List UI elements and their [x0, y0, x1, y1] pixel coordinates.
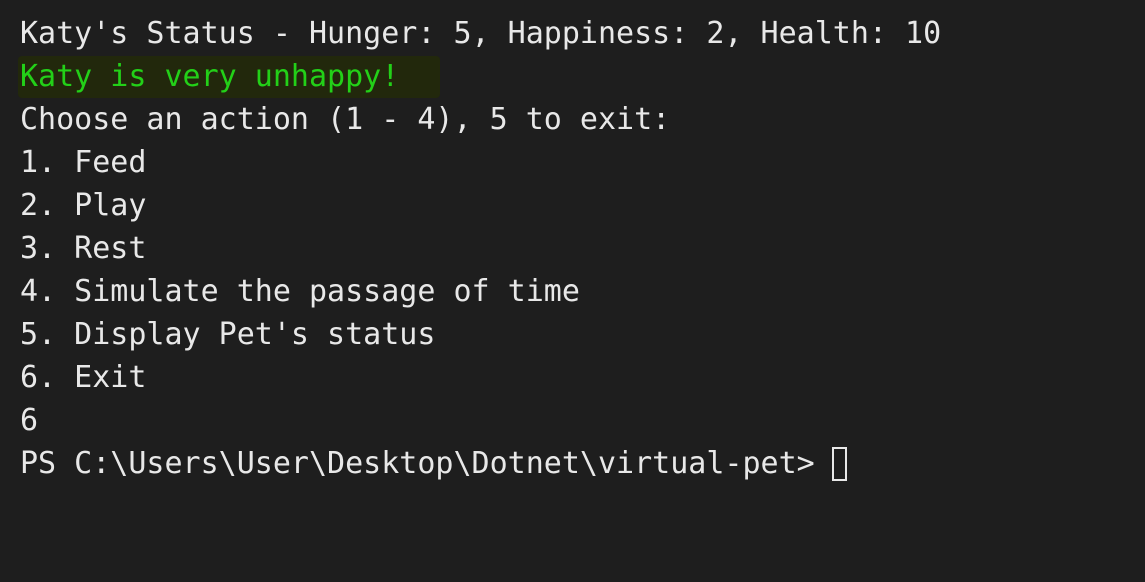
menu-item-display-status: 5. Display Pet's status	[20, 317, 436, 352]
menu-item-play: 2. Play	[20, 188, 147, 223]
terminal-window[interactable]: Katy's Status - Hunger: 5, Happiness: 2,…	[0, 0, 1145, 582]
action-prompt: Choose an action (1 - 4), 5 to exit:	[20, 102, 671, 137]
shell-prompt: PS C:\Users\User\Desktop\Dotnet\virtual-…	[20, 446, 815, 481]
pet-warning-line: Katy is very unhappy!	[20, 59, 400, 94]
pet-status-line: Katy's Status - Hunger: 5, Happiness: 2,…	[20, 16, 942, 51]
user-input-echo: 6	[20, 403, 39, 438]
menu-item-exit: 6. Exit	[20, 360, 147, 395]
menu-item-rest: 3. Rest	[20, 231, 147, 266]
menu-item-simulate-time: 4. Simulate the passage of time	[20, 274, 580, 309]
menu-item-feed: 1. Feed	[20, 145, 147, 180]
shell-prompt-line[interactable]: PS C:\Users\User\Desktop\Dotnet\virtual-…	[20, 442, 1145, 485]
text-cursor[interactable]	[831, 446, 847, 481]
